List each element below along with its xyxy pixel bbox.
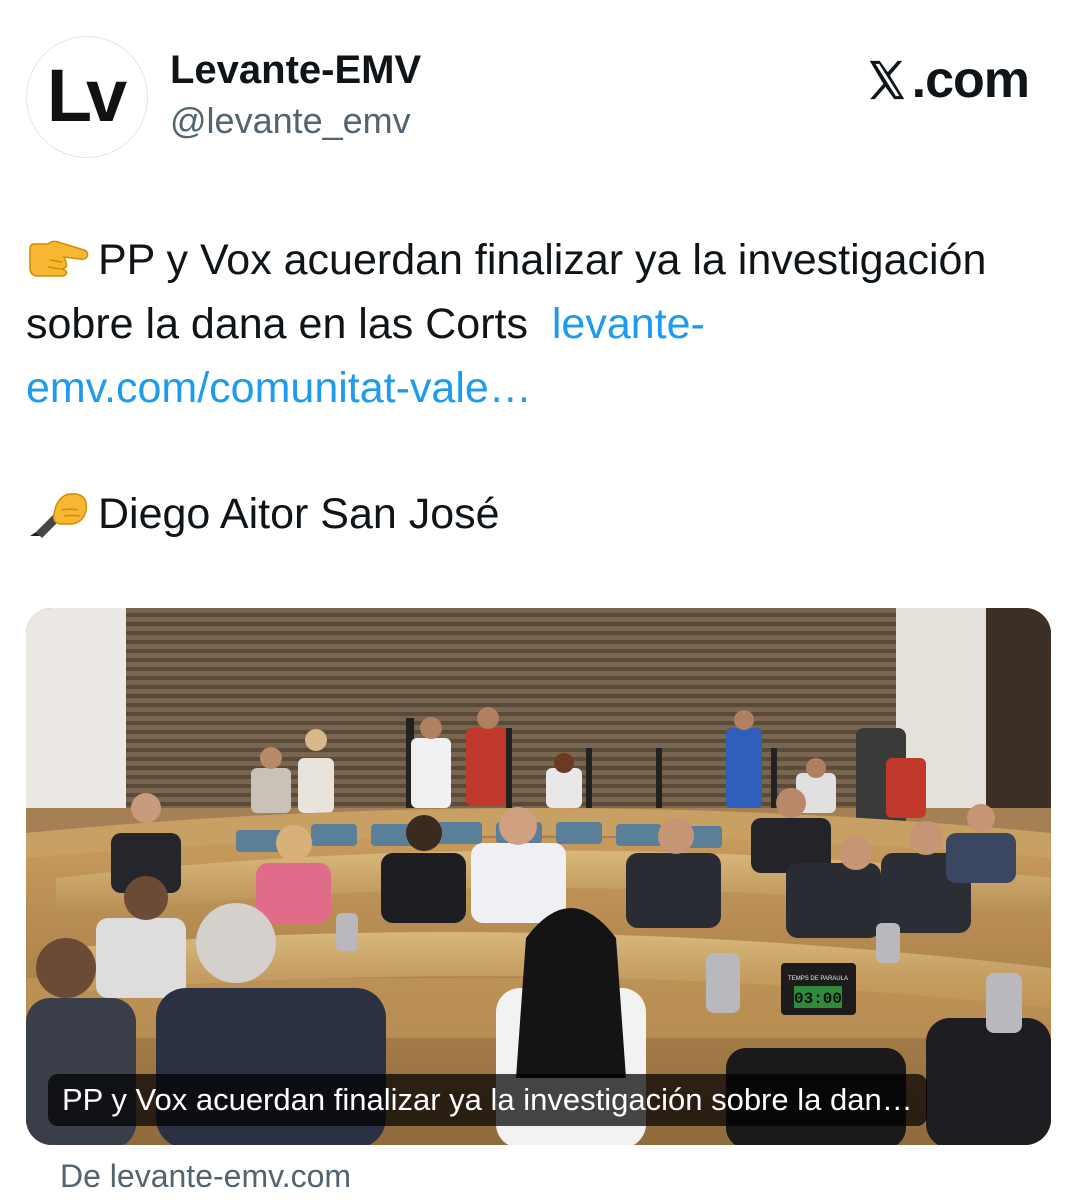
headline-text: PP y Vox acuerdan finalizar ya la invest… bbox=[26, 236, 987, 348]
tweet-paragraph-author: Diego Aitor San José bbox=[26, 482, 1056, 546]
card-caption: PP y Vox acuerdan finalizar ya la invest… bbox=[48, 1074, 927, 1126]
tweet-body: PP y Vox acuerdan finalizar ya la invest… bbox=[26, 228, 1056, 546]
display-name[interactable]: Levante-EMV bbox=[170, 48, 421, 93]
card-source[interactable]: De levante-emv.com bbox=[60, 1158, 351, 1195]
user-handle[interactable]: @levante_emv bbox=[170, 100, 411, 142]
avatar-logo-text: Lv bbox=[46, 53, 127, 137]
tweet-header: Lv Levante-EMV @levante_emv .com bbox=[0, 0, 1077, 170]
timer-label: TEMPS DE PARAULA bbox=[788, 976, 848, 982]
writing-hand-emoji-icon bbox=[30, 493, 88, 538]
x-logo-icon bbox=[869, 60, 904, 100]
avatar[interactable]: Lv bbox=[26, 36, 148, 158]
link-preview-card[interactable]: TEMPS DE PARAULA 03:00 PP y Vox acuerdan… bbox=[26, 608, 1051, 1145]
speaking-timer: TEMPS DE PARAULA 03:00 bbox=[781, 963, 856, 1015]
pointing-right-emoji-icon bbox=[29, 240, 89, 277]
tweet-paragraph-headline: PP y Vox acuerdan finalizar ya la invest… bbox=[26, 228, 1056, 420]
x-com-label: .com bbox=[911, 51, 1030, 109]
timer-value: 03:00 bbox=[794, 990, 842, 1008]
x-com-brand: .com bbox=[864, 50, 1030, 110]
article-photo: TEMPS DE PARAULA 03:00 bbox=[26, 608, 1051, 1145]
author-text: Diego Aitor San José bbox=[98, 490, 500, 538]
